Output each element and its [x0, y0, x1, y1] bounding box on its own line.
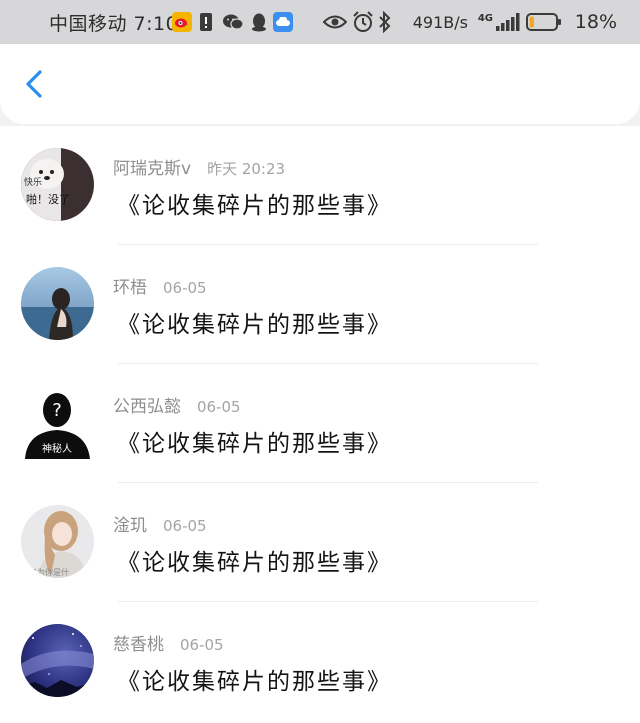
post-meta: 淦玑 06-05 — [113, 511, 207, 536]
post-title[interactable]: 《论收集碎片的那些事》 — [117, 305, 392, 339]
qq-icon — [250, 0, 268, 44]
post-title[interactable]: 《论收集碎片的那些事》 — [117, 424, 392, 458]
battery-icon — [526, 0, 562, 44]
post-meta: 慈香桃 06-05 — [113, 630, 224, 655]
avatar[interactable] — [21, 624, 94, 697]
post-time: 06-05 — [180, 636, 224, 654]
cloud-icon — [273, 0, 293, 44]
top-navigation-bar — [0, 44, 640, 124]
author-name[interactable]: 淦玑 — [113, 516, 147, 536]
post-time: 06-05 — [197, 398, 241, 416]
list-item[interactable]: ? 神秘人 公西弘懿 06-05 《论收集碎片的那些事》 — [0, 364, 640, 483]
network-type-label: 4G — [477, 12, 493, 24]
avatar[interactable]: 只为你是什 — [21, 505, 94, 578]
wechat-icon — [222, 0, 244, 44]
post-title[interactable]: 《论收集碎片的那些事》 — [117, 543, 392, 577]
author-name[interactable]: 公西弘懿 — [113, 397, 181, 417]
post-time: 06-05 — [163, 279, 207, 297]
bluetooth-icon — [378, 0, 392, 44]
net-speed-label: 491B/s — [412, 12, 468, 32]
list-item[interactable]: 只为你是什 淦玑 06-05 《论收集碎片的那些事》 — [0, 483, 640, 602]
battery-percent-label: 18% — [574, 11, 617, 33]
signal-icon: 4G — [478, 0, 521, 44]
list-item[interactable]: 环梧 06-05 《论收集碎片的那些事》 — [0, 245, 640, 364]
author-name[interactable]: 慈香桃 — [113, 635, 164, 655]
post-meta: 公西弘懿 06-05 — [113, 392, 241, 417]
status-bar: 中国移动 7:10 491B/s 4G 18% — [0, 0, 640, 44]
chevron-left-icon — [26, 70, 42, 98]
avatar[interactable] — [21, 267, 94, 340]
avatar-caption: 只为你是什 — [29, 567, 69, 577]
sim-alert-icon — [199, 0, 213, 44]
avatar-caption: 啪！没了 — [26, 192, 70, 206]
post-time: 昨天 20:23 — [207, 160, 286, 178]
post-title[interactable]: 《论收集碎片的那些事》 — [117, 186, 392, 220]
eye-icon — [323, 0, 347, 44]
weibo-icon — [172, 0, 192, 44]
post-meta: 阿瑞克斯v 昨天 20:23 — [113, 154, 285, 179]
back-button[interactable] — [18, 66, 54, 102]
alarm-icon — [352, 0, 374, 44]
avatar-caption: 神秘人 — [42, 442, 72, 455]
post-title[interactable]: 《论收集碎片的那些事》 — [117, 662, 392, 696]
avatar[interactable]: 快乐 啪！没了 — [21, 148, 94, 221]
author-name[interactable]: 环梧 — [113, 278, 147, 298]
post-time: 06-05 — [163, 517, 207, 535]
list-item[interactable]: 快乐 啪！没了 阿瑞克斯v 昨天 20:23 《论收集碎片的那些事》 — [0, 126, 640, 245]
svg-text:?: ? — [52, 400, 62, 421]
list-item[interactable]: 慈香桃 06-05 《论收集碎片的那些事》 — [0, 602, 640, 721]
carrier-time-label: 中国移动 7:10 — [49, 12, 179, 35]
avatar[interactable]: ? 神秘人 — [21, 386, 94, 459]
post-list: 快乐 啪！没了 阿瑞克斯v 昨天 20:23 《论收集碎片的那些事》 环梧 06… — [0, 126, 640, 723]
post-meta: 环梧 06-05 — [113, 273, 207, 298]
avatar-caption: 快乐 — [24, 176, 42, 188]
screen: 中国移动 7:10 491B/s 4G 18% 快乐 啪！没了 阿瑞克斯v 昨天… — [0, 0, 640, 723]
author-name[interactable]: 阿瑞克斯v — [113, 159, 191, 179]
